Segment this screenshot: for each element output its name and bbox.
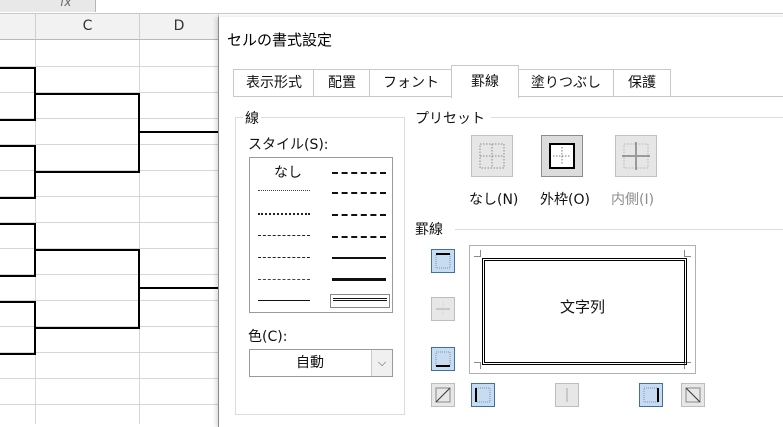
line-style-medium-dashed[interactable] bbox=[332, 236, 386, 238]
preset-inside-button bbox=[615, 135, 657, 177]
preset-outline-label[interactable]: 外枠(O) bbox=[540, 189, 590, 209]
line-style-dash-dot-dot[interactable] bbox=[258, 235, 310, 236]
fx-icon[interactable]: fx bbox=[60, 0, 71, 9]
line-style-dotted[interactable] bbox=[258, 213, 310, 215]
preset-inside-icon bbox=[622, 142, 650, 170]
line-group-label: 線 bbox=[243, 108, 261, 128]
name-box[interactable]: fx bbox=[0, 0, 96, 12]
preset-inside-label: 内側(I) bbox=[611, 192, 655, 208]
preview-corner-mark bbox=[474, 250, 481, 257]
tab-fill[interactable]: 塗りつぶし bbox=[517, 69, 615, 97]
border-left-button[interactable] bbox=[471, 383, 495, 407]
border-left-icon bbox=[475, 387, 491, 403]
line-style-thin[interactable] bbox=[258, 300, 310, 301]
preview-text: 文字列 bbox=[559, 298, 605, 316]
line-style-thick[interactable] bbox=[332, 278, 386, 281]
line-style-none[interactable]: なし bbox=[274, 162, 302, 182]
color-dropdown[interactable]: 自動 ⌵ bbox=[249, 349, 393, 377]
border-right-icon bbox=[643, 387, 659, 403]
tab-border[interactable]: 罫線 bbox=[451, 65, 519, 98]
grid-line bbox=[0, 404, 218, 405]
preset-outline-icon bbox=[549, 143, 575, 169]
preview-corner-mark bbox=[474, 362, 481, 369]
color-dropdown-value: 自動 bbox=[296, 355, 324, 371]
dialog-title: セルの書式設定 bbox=[227, 31, 333, 49]
column-header-c[interactable]: C bbox=[36, 14, 140, 40]
border-separator bbox=[455, 229, 783, 230]
formula-bar: fx bbox=[0, 0, 783, 14]
format-cells-dialog: セルの書式設定 表示形式 配置 フォント 罫線 塗りつぶし 保護 線 スタイル(… bbox=[218, 17, 783, 427]
border-diagonal-up-button[interactable] bbox=[431, 383, 455, 407]
line-style-selected-box bbox=[330, 294, 390, 308]
line-style-label: スタイル(S): bbox=[248, 137, 329, 153]
border-top-icon bbox=[435, 253, 451, 269]
line-style-medium-dash-dot-dot[interactable] bbox=[332, 172, 386, 174]
preset-separator bbox=[491, 117, 783, 118]
preset-none-button[interactable] bbox=[471, 135, 513, 177]
line-style-double[interactable] bbox=[333, 298, 387, 301]
border-inside-horizontal-button bbox=[431, 297, 455, 321]
border-bottom-icon bbox=[435, 351, 451, 367]
border-inside-horizontal-icon bbox=[436, 302, 450, 316]
preset-none-label[interactable]: なし(N) bbox=[469, 189, 518, 209]
line-style-dash-dot[interactable] bbox=[258, 257, 310, 258]
tab-alignment[interactable]: 配置 bbox=[313, 69, 371, 97]
border-group-label: 罫線 bbox=[415, 222, 443, 238]
border-right-button[interactable] bbox=[639, 383, 663, 407]
preset-group-label: プリセット bbox=[415, 111, 485, 127]
line-style-dashed[interactable] bbox=[258, 279, 310, 280]
tab-number-format[interactable]: 表示形式 bbox=[233, 69, 315, 97]
line-style-list: なし bbox=[249, 157, 393, 313]
preview-corner-mark bbox=[684, 250, 691, 257]
grid-line bbox=[0, 378, 218, 379]
line-style-medium[interactable] bbox=[332, 257, 386, 259]
chevron-down-icon[interactable]: ⌵ bbox=[371, 350, 392, 376]
preset-outline-button[interactable] bbox=[541, 135, 583, 177]
border-preview[interactable]: 文字列 bbox=[469, 245, 696, 374]
column-header-d[interactable]: D bbox=[140, 14, 219, 40]
border-top-button[interactable] bbox=[431, 249, 455, 273]
preset-none-icon bbox=[479, 143, 505, 169]
border-diagonal-down-button[interactable] bbox=[681, 383, 705, 407]
diagonal-down-icon bbox=[685, 387, 701, 403]
line-style-medium-dash-dot[interactable] bbox=[332, 214, 386, 216]
line-style-hair[interactable] bbox=[258, 190, 310, 191]
line-style-slant-dash-dot[interactable] bbox=[332, 192, 386, 194]
diagonal-up-icon bbox=[435, 387, 451, 403]
border-inside-vertical-icon bbox=[566, 388, 568, 402]
tab-protection[interactable]: 保護 bbox=[613, 69, 671, 97]
column-header-b[interactable] bbox=[0, 14, 36, 40]
color-label: 色(C): bbox=[248, 329, 288, 345]
border-inside-vertical-button bbox=[555, 383, 579, 407]
tab-font[interactable]: フォント bbox=[369, 69, 453, 97]
border-bottom-button[interactable] bbox=[431, 347, 455, 371]
